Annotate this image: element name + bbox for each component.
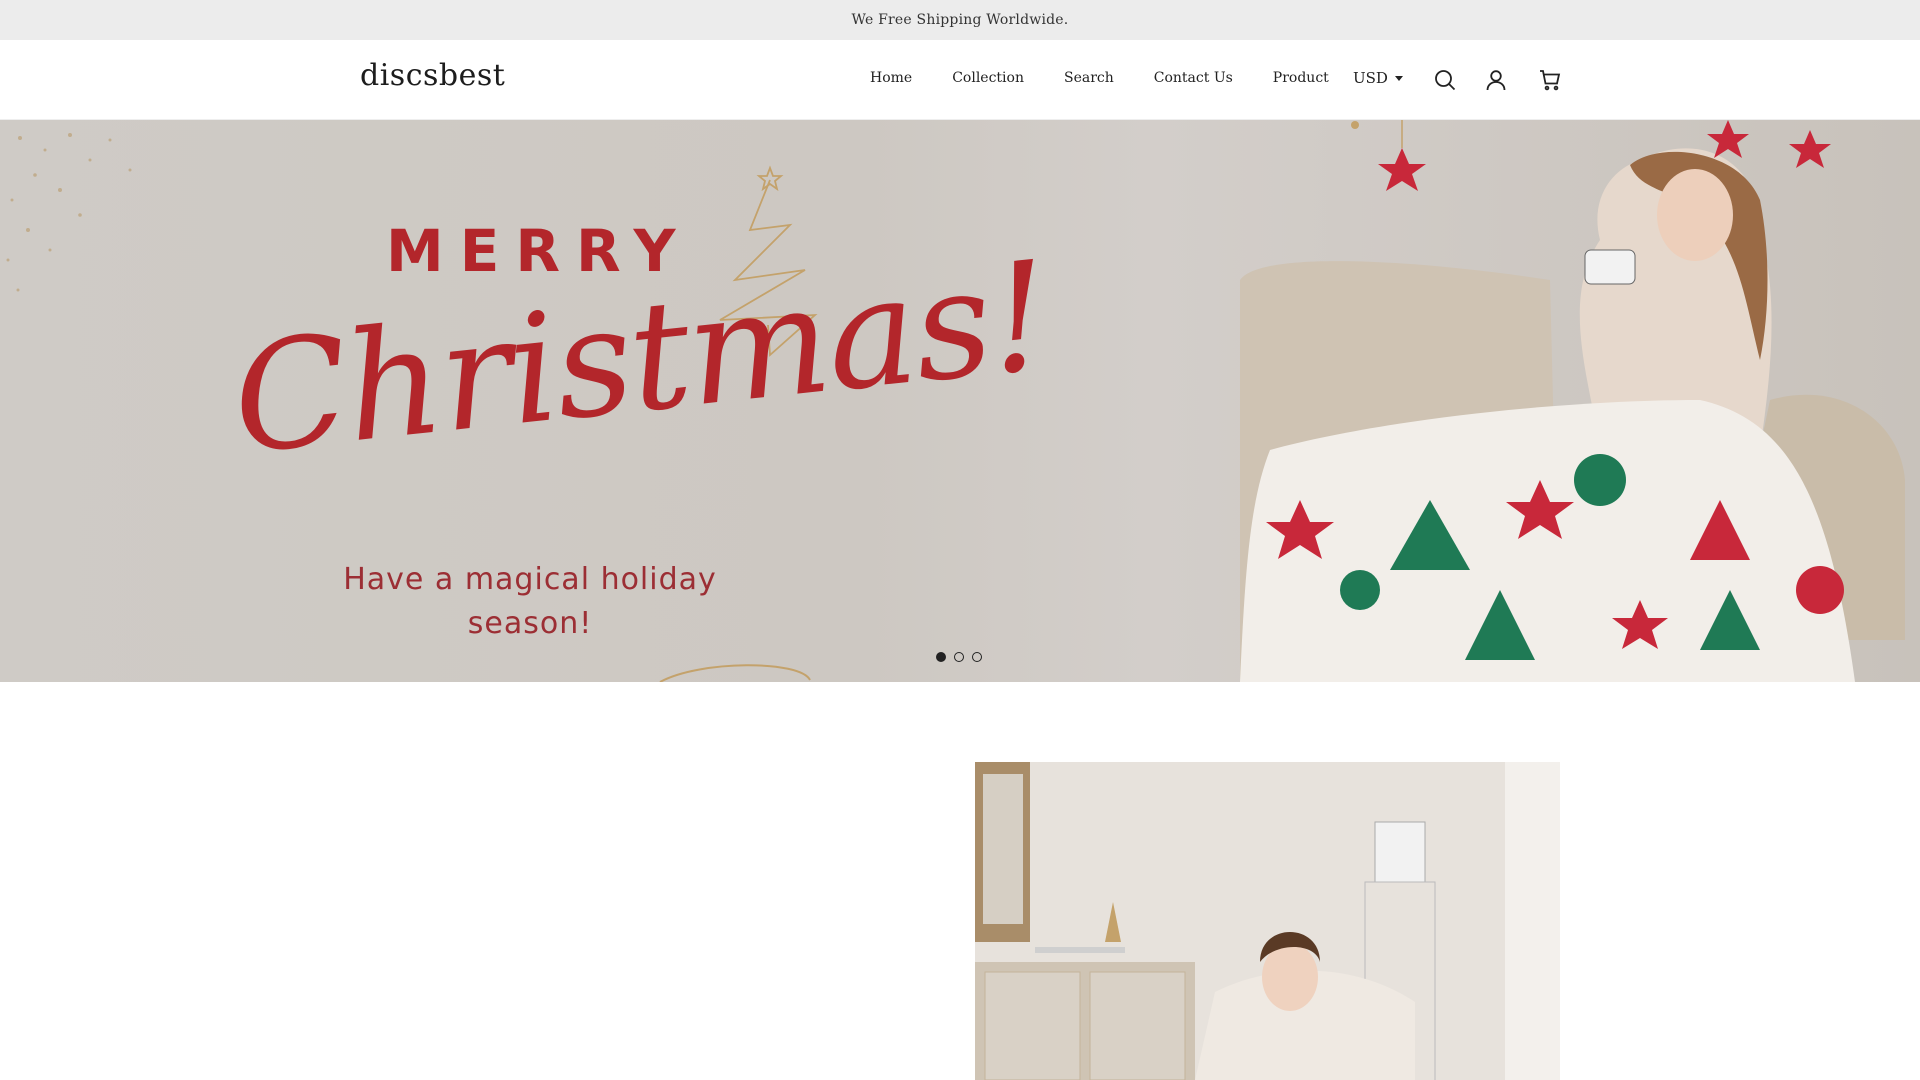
slideshow-dots: [936, 652, 982, 662]
nav-product[interactable]: Product: [1273, 70, 1329, 86]
featured-product-image[interactable]: [975, 762, 1560, 1080]
featured-product-illustration: [975, 762, 1560, 1080]
hero-subtitle-line2: season!: [467, 606, 593, 641]
currency-label: USD: [1353, 69, 1388, 87]
nav-home[interactable]: Home: [870, 70, 912, 86]
currency-selector[interactable]: USD: [1353, 69, 1403, 87]
slide-dot-3[interactable]: [972, 652, 982, 662]
announcement-text: We Free Shipping Worldwide.: [851, 12, 1069, 28]
site-logo[interactable]: discsbest: [360, 58, 505, 93]
nav-contact-us[interactable]: Contact Us: [1154, 70, 1233, 86]
hero-banner[interactable]: MERRY Christmas! Have a magical holiday …: [0, 120, 1920, 682]
hero-subtitle: Have a magical holiday season!: [340, 558, 720, 646]
hero-subtitle-line1: Have a magical holiday: [343, 562, 717, 597]
slide-dot-2[interactable]: [954, 652, 964, 662]
nav-collection[interactable]: Collection: [952, 70, 1024, 86]
announcement-bar: We Free Shipping Worldwide.: [0, 0, 1920, 40]
chevron-down-icon: [1394, 75, 1403, 81]
account-icon[interactable]: [1484, 68, 1508, 92]
search-icon[interactable]: [1433, 68, 1457, 92]
site-header: discsbest Home Collection Search Contact…: [0, 40, 1920, 120]
main-nav: Home Collection Search Contact Us Produc…: [870, 70, 1369, 86]
slide-dot-1[interactable]: [936, 652, 946, 662]
nav-search[interactable]: Search: [1064, 70, 1114, 86]
cart-icon[interactable]: [1538, 68, 1562, 92]
